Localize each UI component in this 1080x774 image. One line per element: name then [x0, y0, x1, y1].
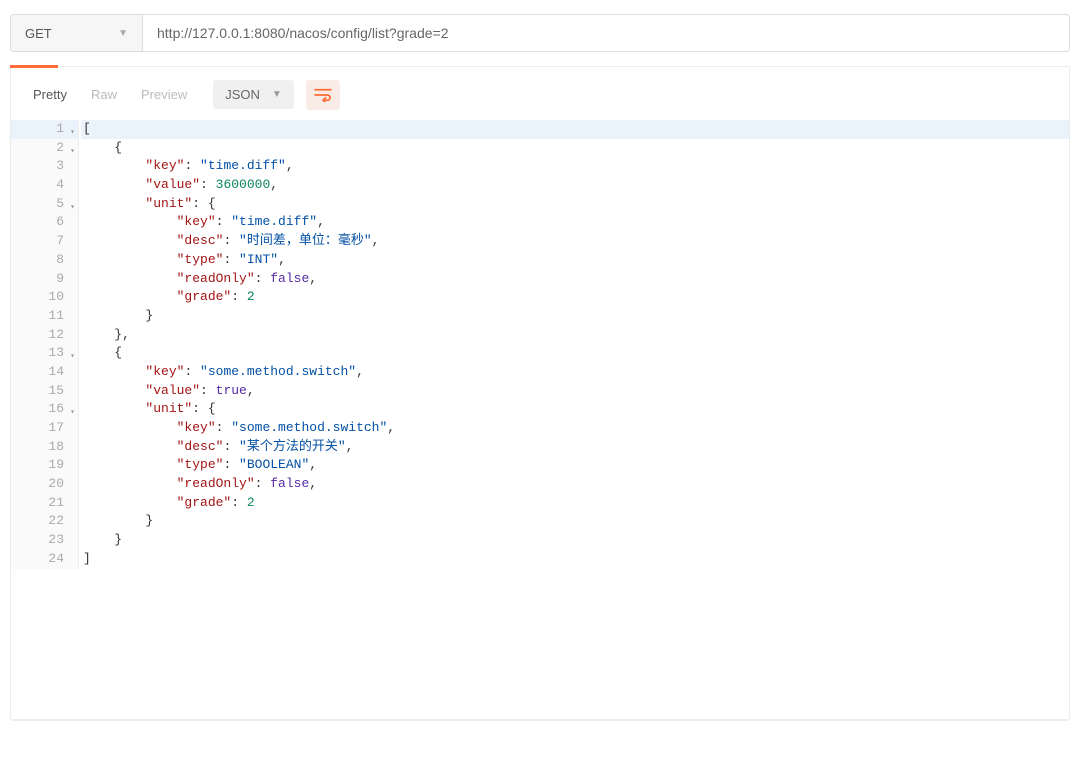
code-line: "grade": 2: [81, 494, 1069, 513]
code-line: ]: [81, 550, 1069, 569]
code-line: }: [81, 531, 1069, 550]
code-line: "key": "some.method.switch",: [81, 363, 1069, 382]
code-line: "grade": 2: [81, 288, 1069, 307]
code-line: "unit": {: [81, 195, 1069, 214]
chevron-down-icon: ▼: [118, 28, 128, 39]
line-number: 20: [11, 475, 78, 494]
line-number: 16▾: [11, 400, 78, 419]
response-panel: Pretty Raw Preview JSON ▼ 1▾2▾345▾678910…: [10, 67, 1070, 721]
line-number: 22: [11, 512, 78, 531]
code-line: "readOnly": false,: [81, 475, 1069, 494]
code-line: "key": "time.diff",: [81, 213, 1069, 232]
line-number: 7: [11, 232, 78, 251]
footer-divider: [11, 719, 1069, 720]
code-line: "type": "BOOLEAN",: [81, 456, 1069, 475]
code-line: "key": "some.method.switch",: [81, 419, 1069, 438]
code-line: "type": "INT",: [81, 251, 1069, 270]
url-input[interactable]: [143, 15, 1069, 51]
line-number: 1▾: [11, 120, 78, 139]
line-number: 14: [11, 363, 78, 382]
code-viewer[interactable]: 1▾2▾345▾678910111213▾141516▾171819202122…: [11, 120, 1069, 569]
http-method-select[interactable]: GET ▼: [11, 15, 143, 51]
line-number: 12: [11, 326, 78, 345]
code-line: "readOnly": false,: [81, 270, 1069, 289]
http-method-label: GET: [25, 26, 52, 41]
line-number: 5▾: [11, 195, 78, 214]
tab-preview[interactable]: Preview: [139, 83, 189, 106]
line-number: 3: [11, 157, 78, 176]
code-line: [: [81, 120, 1069, 139]
line-number: 13▾: [11, 344, 78, 363]
divider: [10, 66, 1070, 67]
chevron-down-icon: ▼: [272, 89, 282, 100]
format-label: JSON: [225, 87, 260, 102]
line-number: 24: [11, 550, 78, 569]
line-number: 4: [11, 176, 78, 195]
line-number: 11: [11, 307, 78, 326]
line-number: 6: [11, 213, 78, 232]
tab-pretty[interactable]: Pretty: [31, 83, 69, 106]
line-number: 10: [11, 288, 78, 307]
line-number: 2▾: [11, 139, 78, 158]
code-line: "key": "time.diff",: [81, 157, 1069, 176]
code-line: "unit": {: [81, 400, 1069, 419]
code-line: "desc": "某个方法的开关",: [81, 438, 1069, 457]
line-number: 15: [11, 382, 78, 401]
view-tabs: Pretty Raw Preview: [19, 77, 201, 112]
code-content: [ { "key": "time.diff", "value": 3600000…: [79, 120, 1069, 569]
response-toolbar: Pretty Raw Preview JSON ▼: [11, 67, 1069, 120]
code-line: "desc": "时间差，单位：毫秒",: [81, 232, 1069, 251]
line-number: 19: [11, 456, 78, 475]
line-number: 9: [11, 270, 78, 289]
code-line: "value": true,: [81, 382, 1069, 401]
wrap-icon: [314, 88, 332, 102]
code-line: {: [81, 344, 1069, 363]
code-line: }: [81, 512, 1069, 531]
format-select[interactable]: JSON ▼: [213, 80, 294, 109]
app-container: GET ▼ Pretty Raw Preview JSON ▼: [0, 0, 1080, 731]
line-number: 8: [11, 251, 78, 270]
request-bar: GET ▼: [10, 14, 1070, 52]
line-number: 18: [11, 438, 78, 457]
line-number: 17: [11, 419, 78, 438]
line-number: 21: [11, 494, 78, 513]
wrap-lines-button[interactable]: [306, 80, 340, 110]
code-line: "value": 3600000,: [81, 176, 1069, 195]
active-tab-indicator: [10, 65, 58, 68]
line-number: 23: [11, 531, 78, 550]
code-line: }: [81, 307, 1069, 326]
line-gutter: 1▾2▾345▾678910111213▾141516▾171819202122…: [11, 120, 79, 569]
code-line: {: [81, 139, 1069, 158]
code-line: },: [81, 326, 1069, 345]
tab-raw[interactable]: Raw: [89, 83, 119, 106]
